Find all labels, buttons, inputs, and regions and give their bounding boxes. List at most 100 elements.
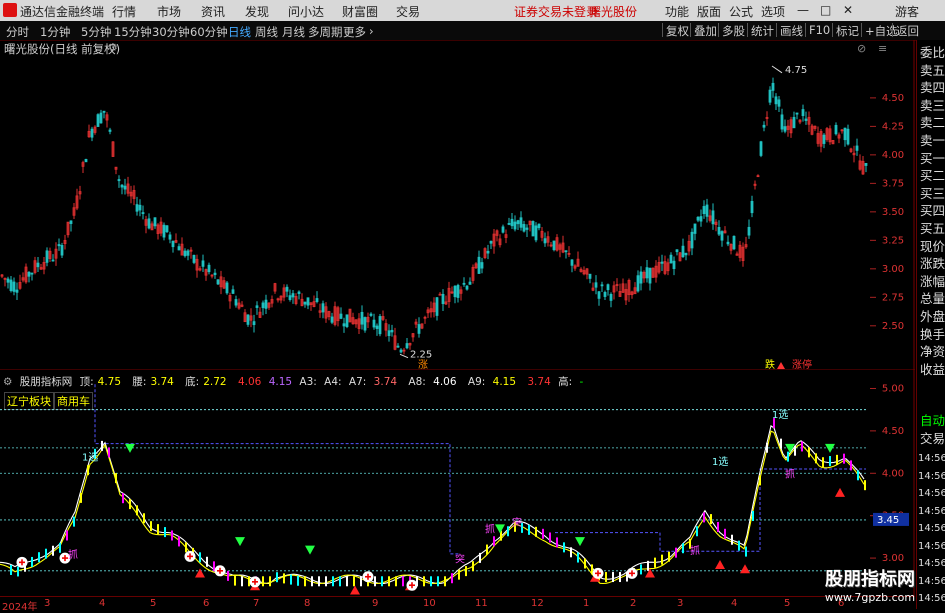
ind-tick-label: 5.00 bbox=[882, 383, 904, 394]
candle-body bbox=[69, 220, 73, 224]
quote-field-4[interactable]: 卖二 bbox=[920, 115, 945, 130]
period-60min[interactable]: 60分钟 bbox=[190, 24, 228, 40]
restore-icon[interactable]: □ bbox=[820, 3, 831, 17]
indicator-chart[interactable]: 5.004.504.003.503.00抓抓抓抓突突1选1选1选3.45 bbox=[0, 370, 915, 596]
candle-body bbox=[768, 89, 772, 103]
tool-f10[interactable]: F10 bbox=[805, 23, 830, 37]
period-daily[interactable]: 日线 bbox=[228, 24, 251, 40]
quote-field-16[interactable]: 换手 bbox=[920, 327, 945, 342]
tool-fanhui[interactable]: 返回 bbox=[892, 23, 919, 38]
quote-field-17[interactable]: 净资 bbox=[920, 344, 945, 359]
tool-fuquan[interactable]: 复权 bbox=[662, 23, 689, 38]
menu-gongshi[interactable]: 公式 bbox=[729, 3, 753, 20]
candle-body bbox=[510, 218, 514, 227]
minimize-icon[interactable]: — bbox=[797, 3, 809, 17]
candle-body bbox=[762, 124, 766, 128]
signal-bar bbox=[290, 574, 292, 585]
quote-field-2[interactable]: 卖四 bbox=[920, 80, 945, 95]
quote-field-9[interactable]: 买四 bbox=[920, 203, 945, 218]
quote-field-13[interactable]: 涨幅 bbox=[920, 274, 945, 289]
quote-field-10[interactable]: 买五 bbox=[920, 221, 945, 236]
menu-xuanxiang[interactable]: 选项 bbox=[761, 3, 785, 20]
quote-field-11[interactable]: 现价 bbox=[920, 239, 945, 254]
candle-body bbox=[186, 250, 190, 256]
period-1min[interactable]: 1分钟 bbox=[40, 24, 70, 40]
candle-body bbox=[171, 240, 175, 248]
tool-tongji[interactable]: 统计 bbox=[747, 23, 774, 38]
low-price-pointer bbox=[399, 353, 409, 359]
quote-field-6[interactable]: 买一 bbox=[920, 151, 945, 166]
candle-body bbox=[603, 291, 607, 297]
quote-field-7[interactable]: 买二 bbox=[920, 168, 945, 183]
menu-caifuquan[interactable]: 财富圈 bbox=[342, 3, 378, 20]
tool-huaxian[interactable]: 画线 bbox=[776, 23, 803, 38]
signal-bar bbox=[612, 572, 614, 583]
quote-field-5[interactable]: 卖一 bbox=[920, 133, 945, 148]
buy-triangle-icon bbox=[575, 537, 585, 547]
period-5min[interactable]: 5分钟 bbox=[81, 24, 111, 40]
period-monthly[interactable]: 月线 bbox=[282, 24, 305, 40]
candle-body bbox=[804, 118, 808, 121]
quote-field-1[interactable]: 卖五 bbox=[920, 63, 945, 78]
trade-tab[interactable]: 交易 bbox=[920, 431, 945, 446]
price-tick-label: 3.75 bbox=[882, 178, 904, 189]
chevron-right-icon[interactable]: › bbox=[369, 24, 374, 38]
quote-field-12[interactable]: 涨跌 bbox=[920, 256, 945, 271]
guest-label[interactable]: 游客 bbox=[895, 3, 919, 20]
period-30min[interactable]: 30分钟 bbox=[152, 24, 190, 40]
auto-toggle[interactable]: 自动 bbox=[920, 413, 945, 428]
zhua-label: 抓 bbox=[68, 548, 78, 561]
signal-bar bbox=[682, 543, 684, 554]
price-tick-label: 2.50 bbox=[882, 321, 904, 332]
candle-body bbox=[252, 321, 256, 326]
candle-body bbox=[441, 293, 445, 305]
quote-field-18[interactable]: 收益 bbox=[920, 362, 945, 377]
candle-body bbox=[285, 286, 289, 292]
tool-duogu[interactable]: 多股 bbox=[718, 23, 745, 38]
candle-body bbox=[486, 250, 490, 254]
signal-bar bbox=[164, 527, 166, 538]
period-15min[interactable]: 15分钟 bbox=[114, 24, 152, 40]
close-icon[interactable]: ✕ bbox=[843, 3, 853, 17]
menu-jiaoyi[interactable]: 交易 bbox=[396, 3, 420, 20]
time-label: 14:56 bbox=[918, 540, 945, 552]
quote-field-15[interactable]: 外盘 bbox=[920, 309, 945, 324]
signal-bar bbox=[584, 558, 586, 569]
quote-field-8[interactable]: 买三 bbox=[920, 186, 945, 201]
candle-body bbox=[297, 291, 301, 294]
signal-bar bbox=[171, 530, 173, 541]
tool-diejia[interactable]: 叠加 bbox=[690, 23, 717, 38]
period-more[interactable]: 更多 bbox=[343, 24, 366, 40]
menu-shichang[interactable]: 市场 bbox=[157, 3, 181, 20]
candle-body bbox=[600, 284, 604, 287]
signal-bar bbox=[724, 528, 726, 539]
menu-faxian[interactable]: 发现 bbox=[245, 3, 269, 20]
x-axis-label: 5 bbox=[150, 598, 157, 609]
signal-bar bbox=[836, 454, 838, 465]
menu-wenxiaoda[interactable]: 问小达 bbox=[288, 3, 324, 20]
period-multi[interactable]: 多周期 bbox=[308, 24, 343, 40]
menu-hangqing[interactable]: 行情 bbox=[112, 3, 136, 20]
candle-body bbox=[36, 262, 40, 268]
quote-field-14[interactable]: 总量 bbox=[920, 291, 945, 306]
login-status[interactable]: 证券交易未登录 bbox=[514, 3, 598, 20]
quote-field-0[interactable]: 委比 bbox=[920, 45, 945, 60]
x-axis-label: 4 bbox=[99, 598, 106, 609]
signal-bar bbox=[346, 576, 348, 587]
tool-biaoji[interactable]: 标记 bbox=[832, 23, 859, 38]
candle-body bbox=[330, 316, 334, 323]
title-bar: 通达信金融终端 行情 市场 资讯 发现 问小达 财富圈 交易 证券交易未登录 曙… bbox=[0, 0, 945, 21]
quote-field-3[interactable]: 卖三 bbox=[920, 98, 945, 113]
candle-body bbox=[675, 249, 679, 253]
menu-zixun[interactable]: 资讯 bbox=[201, 3, 225, 20]
candle-body bbox=[795, 112, 799, 115]
candle-body bbox=[801, 109, 805, 117]
menu-gongneng[interactable]: 功能 bbox=[665, 3, 689, 20]
menu-banmian[interactable]: 版面 bbox=[697, 3, 721, 20]
candle-body bbox=[534, 225, 538, 241]
time-label: 14:56 bbox=[918, 470, 945, 482]
period-fenshi[interactable]: 分时 bbox=[6, 24, 29, 40]
candlestick-chart[interactable]: 4.50 4.25 4.00 3.75 3.50 3.25 3.00 2.75 2.50 4.75… bbox=[0, 40, 915, 370]
period-weekly[interactable]: 周线 bbox=[255, 24, 278, 40]
signal-bar bbox=[17, 566, 19, 577]
